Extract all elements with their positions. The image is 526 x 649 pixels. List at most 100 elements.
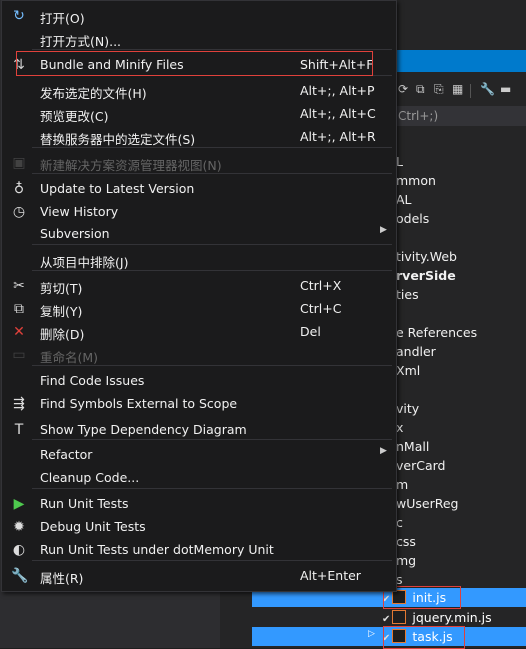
solution-explorer-toolbar: ⟳ ⧉ ⎘ ▦ 🔧 ▬ xyxy=(396,80,526,102)
tree-item[interactable]: x xyxy=(396,418,403,437)
tree-item[interactable]: odels xyxy=(396,209,429,228)
rename-icon: ▭ xyxy=(12,347,26,363)
menu-item-preview-changes[interactable]: 预览更改(C) Alt+;, Alt+C xyxy=(2,102,396,125)
history-icon: ◷ xyxy=(12,204,26,220)
copy-view-icon[interactable]: ⎘ xyxy=(434,82,444,97)
menu-item-label: 预览更改(C) xyxy=(40,109,109,124)
menu-item-copy[interactable]: ⧉ 复制(Y) Ctrl+C xyxy=(2,297,396,320)
menu-item-label: 打开(O) xyxy=(40,11,85,26)
menu-item-cleanup-code[interactable]: Cleanup Code... xyxy=(2,466,396,489)
tree-item[interactable]: rverSide xyxy=(396,266,456,285)
run-tests-icon: ▶ xyxy=(13,496,25,512)
solution-explorer-title-bar xyxy=(396,50,526,72)
pin-icon[interactable]: ▬ xyxy=(500,82,511,96)
tree-item[interactable]: wUserReg xyxy=(396,494,458,513)
menu-item-label: Refactor xyxy=(40,447,93,462)
menu-item-label: 发布选定的文件(H) xyxy=(40,86,147,101)
menu-item-label: 删除(D) xyxy=(40,327,85,342)
submenu-arrow-icon: ▶ xyxy=(380,225,387,235)
tree-item[interactable]: nMall xyxy=(396,437,429,456)
tree-item[interactable]: verCard xyxy=(396,456,445,475)
submenu-arrow-icon: ▶ xyxy=(380,446,387,456)
update-icon: ♁ xyxy=(13,181,25,197)
menu-item-shortcut: Alt+;, Alt+C xyxy=(300,106,376,121)
wrench-icon: 🔧 xyxy=(11,568,29,584)
menu-item-replace-server[interactable]: 替换服务器中的选定文件(S) Alt+;, Alt+R xyxy=(2,125,396,148)
menu-item-label: 重命名(M) xyxy=(40,350,99,365)
new-view-icon: ▣ xyxy=(12,155,26,171)
menu-item-label: Cleanup Code... xyxy=(40,470,140,485)
tree-item[interactable]: L xyxy=(396,152,403,171)
menu-item-shortcut: Ctrl+X xyxy=(300,278,342,293)
highlight-box xyxy=(16,51,373,76)
tree-item[interactable]: tivity.Web xyxy=(396,247,457,266)
menu-item-open[interactable]: ↻ 打开(O) xyxy=(2,4,396,27)
delete-icon: ✕ xyxy=(13,324,25,340)
tree-item[interactable]: e References xyxy=(396,323,477,342)
explorer-search-input[interactable]: Ctrl+;) xyxy=(396,106,526,126)
file-name: jquery.min.js xyxy=(412,610,492,625)
refresh-icon[interactable]: ⟳ xyxy=(398,82,408,96)
menu-item-label: 属性(R) xyxy=(40,571,84,586)
menu-item-properties[interactable]: 🔧 属性(R) Alt+Enter xyxy=(2,564,396,587)
menu-item-find-symbols-external[interactable]: ⇶ Find Symbols External to Scope xyxy=(2,392,396,415)
file-highlight-box xyxy=(383,626,465,649)
tree-item[interactable]: AL xyxy=(396,190,412,209)
open-icon: ↻ xyxy=(13,8,25,24)
menu-item-label: Subversion xyxy=(40,226,110,241)
collapse-all-icon[interactable]: ⧉ xyxy=(416,82,425,97)
menu-item-cut[interactable]: ✂ 剪切(T) Ctrl+X xyxy=(2,274,396,297)
menu-item-label: 复制(Y) xyxy=(40,304,83,319)
menu-item-run-tests-dotmemory[interactable]: ◐ Run Unit Tests under dotMemory Unit xyxy=(2,538,396,561)
menu-item-refactor[interactable]: Refactor ▶ xyxy=(2,443,396,466)
js-file-icon xyxy=(392,610,407,624)
menu-item-exclude-from-project[interactable]: 从项目中排除(J) xyxy=(2,248,396,271)
menu-item-debug-unit-tests[interactable]: ✹ Debug Unit Tests xyxy=(2,515,396,538)
menu-item-subversion[interactable]: Subversion ▶ xyxy=(2,222,396,245)
menu-item-shortcut: Alt+;, Alt+P xyxy=(300,83,375,98)
expand-arrow-icon[interactable]: ▷ xyxy=(368,629,375,639)
menu-item-shortcut: Del xyxy=(300,324,321,339)
menu-item-view-history[interactable]: ◷ View History xyxy=(2,200,396,223)
search-placeholder: Ctrl+;) xyxy=(398,109,439,123)
menu-item-delete[interactable]: ✕ 删除(D) Del xyxy=(2,320,396,343)
show-all-files-icon[interactable]: ▦ xyxy=(452,82,463,96)
menu-item-run-unit-tests[interactable]: ▶ Run Unit Tests xyxy=(2,492,396,515)
cut-icon: ✂ xyxy=(13,278,25,294)
menu-item-label: 新建解决方案资源管理器视图(N) xyxy=(40,158,222,173)
menu-item-publish-selected[interactable]: 发布选定的文件(H) Alt+;, Alt+P xyxy=(2,79,396,102)
menu-item-shortcut: Alt+;, Alt+R xyxy=(300,129,376,144)
tree-item[interactable]: m xyxy=(396,475,408,494)
tree-item[interactable]: css xyxy=(396,532,416,551)
tree-item[interactable]: vity xyxy=(396,399,419,418)
menu-item-label: Find Code Issues xyxy=(40,373,145,388)
menu-item-rename: ▭ 重命名(M) xyxy=(2,343,396,366)
menu-item-label: Debug Unit Tests xyxy=(40,519,146,534)
tree-item[interactable]: c xyxy=(396,513,403,532)
debug-tests-icon: ✹ xyxy=(13,519,25,535)
tree-item[interactable]: Xml xyxy=(396,361,420,380)
checked-in-icon: ✔ xyxy=(382,614,391,625)
menu-item-update-latest[interactable]: ♁ Update to Latest Version xyxy=(2,177,396,200)
menu-item-label: 打开方式(N)... xyxy=(40,34,122,49)
menu-item-label: Run Unit Tests xyxy=(40,496,129,511)
menu-item-label: Show Type Dependency Diagram xyxy=(40,422,247,437)
menu-item-label: 从项目中排除(J) xyxy=(40,255,129,270)
menu-item-label: Update to Latest Version xyxy=(40,181,195,196)
properties-wrench-icon[interactable]: 🔧 xyxy=(480,82,495,96)
tree-item[interactable]: mg xyxy=(396,551,416,570)
copy-icon: ⧉ xyxy=(14,301,24,317)
menu-item-new-explorer-view: ▣ 新建解决方案资源管理器视图(N) xyxy=(2,151,396,174)
context-menu: ↻ 打开(O) 打开方式(N)... ⇅ Bundle and Minify Files… xyxy=(1,0,397,592)
menu-item-show-type-dependency[interactable]: T Show Type Dependency Diagram xyxy=(2,418,396,441)
tree-item[interactable]: ties xyxy=(396,285,419,304)
menu-item-open-with[interactable]: 打开方式(N)... xyxy=(2,27,396,50)
menu-item-shortcut: Ctrl+C xyxy=(300,301,342,316)
tree-item[interactable]: mmon xyxy=(396,171,436,190)
menu-item-find-code-issues[interactable]: Find Code Issues xyxy=(2,369,396,392)
menu-item-label: Run Unit Tests under dotMemory Unit xyxy=(40,542,274,557)
tree-item[interactable]: andler xyxy=(396,342,436,361)
find-symbols-icon: ⇶ xyxy=(13,396,25,412)
menu-item-label: Find Symbols External to Scope xyxy=(40,396,238,411)
file-item[interactable]: ✔ jquery.min.js xyxy=(382,608,492,627)
